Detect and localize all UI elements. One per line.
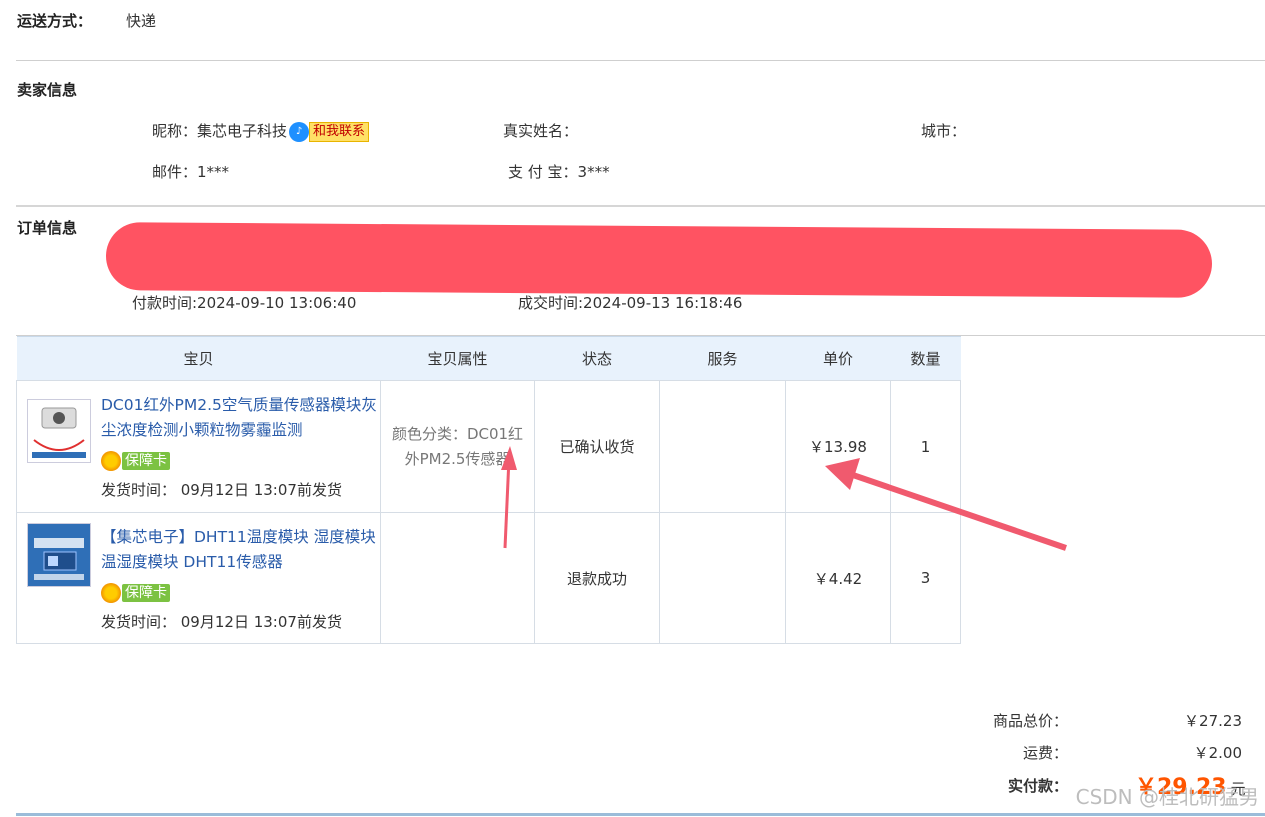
goods-total-value: ￥27.23 xyxy=(1184,712,1242,730)
annotation-arrow xyxy=(503,457,511,549)
annotation-arrows xyxy=(501,446,1067,551)
annotation-arrowhead xyxy=(501,446,517,470)
paid-label: 实付款： xyxy=(1007,777,1068,795)
freight-label: 运费： xyxy=(1022,744,1068,762)
annotation-arrow xyxy=(849,471,1067,551)
bottom-border xyxy=(16,813,1265,816)
watermark: CSDN @桂北研猛男 xyxy=(1075,785,1259,809)
annotation-arrowhead xyxy=(825,458,860,490)
goods-total-label: 商品总价： xyxy=(992,712,1068,730)
freight-value: ￥2.00 xyxy=(1193,744,1242,762)
